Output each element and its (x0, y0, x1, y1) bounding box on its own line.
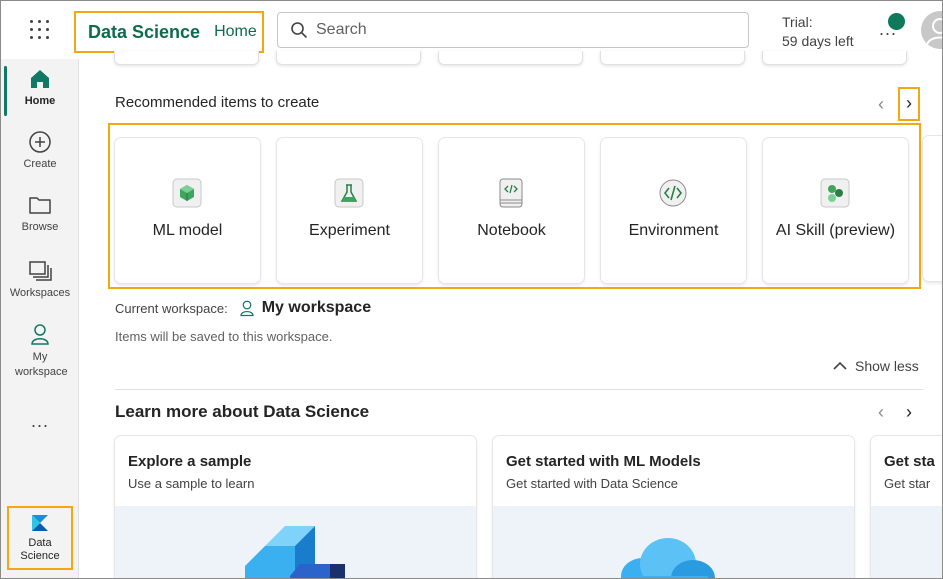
folder-icon (29, 197, 51, 214)
trial-days-left: 59 days left (782, 33, 854, 49)
trial-status[interactable]: Trial: 59 days left (782, 13, 854, 51)
learn-next-arrow-icon[interactable]: › (899, 401, 919, 425)
rail-item-label: Browse (21, 221, 59, 233)
avatar[interactable] (921, 11, 942, 49)
learn-card-explore-sample[interactable]: Explore a sample Use a sample to learn (115, 436, 476, 578)
search-input[interactable] (316, 21, 716, 39)
workspace-name-link[interactable]: My workspace (262, 299, 371, 317)
experience-switcher[interactable]: Data Science (7, 506, 73, 570)
learn-card-subtitle: Get started with Data Science (506, 476, 678, 491)
create-ml-model-card[interactable]: ML model (115, 138, 260, 283)
current-workspace-row: Current workspace: My workspace (115, 299, 371, 317)
learn-prev-arrow-icon[interactable]: ‹ (871, 401, 891, 425)
rail-item-home[interactable]: Home (1, 67, 79, 107)
previous-card[interactable] (114, 51, 259, 65)
section-divider (115, 389, 923, 390)
learn-card-subtitle: Get star (884, 476, 931, 491)
item-label: ML model (152, 222, 223, 239)
chevron-up-icon (833, 361, 847, 370)
left-navigation-rail: Home Create Browse Workspaces My workspa… (1, 59, 79, 578)
next-arrow-icon[interactable]: › (899, 92, 919, 116)
breadcrumb-home-link[interactable]: Home (214, 23, 257, 41)
show-less-label: Show less (855, 358, 919, 374)
learn-card-illustration (493, 506, 854, 578)
ml-model-icon (172, 178, 202, 208)
item-label: Environment (628, 222, 719, 239)
notification-status-icon[interactable] (888, 13, 905, 30)
recommended-section-title: Recommended items to create (115, 94, 320, 111)
notebook-icon (499, 178, 523, 208)
rail-item-label: Workspaces (9, 287, 71, 299)
previous-card[interactable] (762, 51, 907, 65)
current-workspace-label: Current workspace: (115, 300, 228, 316)
item-label: Notebook (477, 222, 546, 239)
rail-item-workspaces[interactable]: Workspaces (1, 259, 79, 299)
learn-section-title: Learn more about Data Science (115, 402, 370, 421)
ai-skill-icon (820, 178, 850, 208)
create-environment-card[interactable]: Environment (601, 138, 746, 283)
experiment-icon (334, 178, 364, 208)
user-avatar-icon (926, 18, 942, 46)
create-ai-skill-card[interactable]: AI Skill (preview) (763, 138, 908, 283)
recommended-items-highlight: ML model Experiment Notebook Environment… (108, 123, 921, 289)
sample-blocks-illustration (245, 526, 345, 578)
next-item-card-partial[interactable] (923, 136, 942, 281)
item-label: Experiment (309, 222, 390, 239)
rail-item-my-workspace[interactable]: My workspace (1, 322, 79, 380)
rail-item-browse[interactable]: Browse (1, 193, 79, 233)
item-label: AI Skill (preview) (775, 222, 896, 239)
previous-card[interactable] (600, 51, 745, 65)
workspace-save-note: Items will be saved to this workspace. (115, 329, 333, 344)
breadcrumb: Data Science Home (74, 11, 264, 53)
app-title[interactable]: Data Science (88, 22, 200, 43)
trial-label: Trial: (782, 14, 813, 30)
show-less-button[interactable]: Show less (832, 358, 919, 374)
learn-card-title: Explore a sample (128, 453, 252, 470)
learn-card-subtitle: Use a sample to learn (128, 476, 255, 491)
plus-circle-icon (29, 131, 51, 153)
workspace-person-icon (240, 300, 254, 317)
learn-card-title: Get started with ML Models (506, 453, 701, 470)
learn-card-partial[interactable]: Get sta Get star (871, 436, 942, 578)
person-icon (31, 324, 49, 345)
create-experiment-card[interactable]: Experiment (277, 138, 422, 283)
environment-icon (659, 179, 687, 207)
rail-item-label: Create (23, 158, 57, 170)
learn-card-illustration (115, 506, 476, 578)
rail-more-icon[interactable]: ... (1, 411, 79, 432)
main-content: Recommended items to create ‹ › ML model (80, 51, 942, 578)
previous-card[interactable] (276, 51, 421, 65)
previous-card[interactable] (438, 51, 583, 65)
rail-item-create[interactable]: Create (1, 130, 79, 170)
experience-label: Data Science (20, 537, 60, 562)
rail-item-label: Home (24, 95, 56, 107)
workspaces-icon (29, 261, 52, 281)
learn-card-illustration (871, 506, 942, 578)
learn-card-title: Get sta (884, 453, 935, 470)
rail-item-label: My workspace (15, 351, 68, 378)
search-icon (291, 22, 307, 38)
search-box[interactable] (277, 12, 749, 48)
cloud-illustration (621, 538, 715, 578)
learn-card-ml-models[interactable]: Get started with ML Models Get started w… (493, 436, 854, 578)
app-window: Data Science Home Trial: 59 days left ..… (0, 0, 943, 579)
home-icon (31, 70, 49, 88)
prev-arrow-icon[interactable]: ‹ (871, 93, 891, 117)
app-launcher-icon[interactable] (29, 19, 51, 41)
create-notebook-card[interactable]: Notebook (439, 138, 584, 283)
data-science-icon (32, 515, 48, 531)
